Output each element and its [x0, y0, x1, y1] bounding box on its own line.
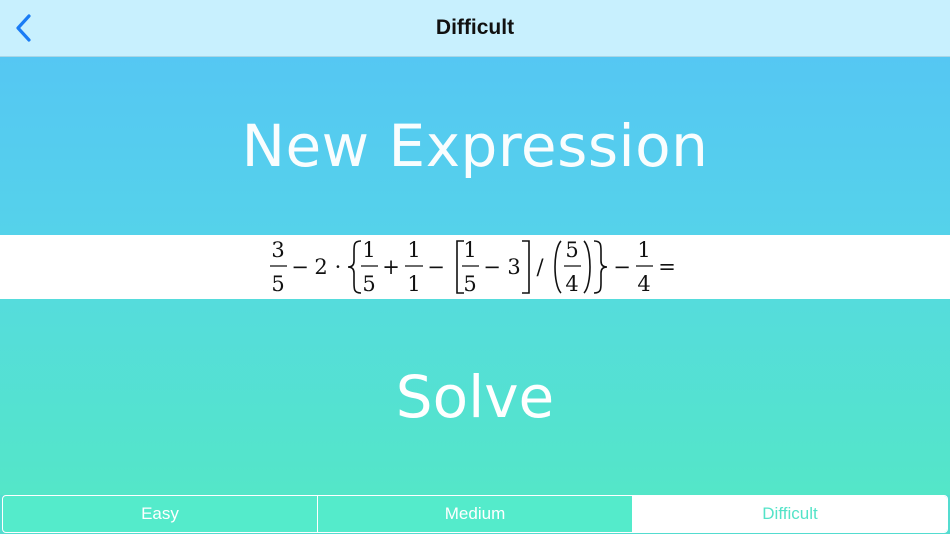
- minus-operator-2: −: [427, 255, 445, 279]
- segment-difficult[interactable]: Difficult: [633, 496, 947, 532]
- fraction-3-numerator: 1: [407, 238, 420, 262]
- coefficient-two: 2: [314, 255, 327, 279]
- navigation-bar: Difficult: [0, 0, 950, 57]
- right-curly-brace: [593, 240, 608, 294]
- solve-button[interactable]: Solve: [0, 299, 950, 495]
- right-parenthesis: [583, 240, 591, 294]
- difficulty-segmented-control: Easy Medium Difficult: [2, 495, 948, 533]
- division-slash: /: [536, 255, 544, 279]
- fraction-1-denominator: 5: [271, 272, 284, 296]
- minus-operator-3: −: [483, 255, 501, 279]
- dot-operator: ·: [335, 255, 342, 279]
- fraction-6-denominator: 4: [637, 272, 650, 296]
- new-expression-label: New Expression: [241, 112, 709, 180]
- fraction-5-numerator: 5: [565, 238, 578, 262]
- fraction-6-numerator: 1: [637, 238, 650, 262]
- solve-label: Solve: [395, 363, 555, 431]
- fraction-4-numerator: 1: [463, 238, 476, 262]
- page-title: Difficult: [435, 16, 515, 39]
- right-square-bracket: [522, 240, 530, 294]
- constant-three: 3: [507, 255, 520, 279]
- fraction-3-denominator: 1: [407, 272, 420, 296]
- fraction-2-denominator: 5: [362, 272, 375, 296]
- math-expression: 3 5 − 2 · 1 5 + 1 1 − 1 5 − 3 / 5 4 − 1 …: [270, 238, 676, 296]
- new-expression-button[interactable]: New Expression: [0, 57, 950, 235]
- equals-sign: =: [658, 255, 676, 279]
- minus-operator: −: [291, 255, 309, 279]
- plus-operator: +: [382, 255, 400, 279]
- fraction-4-denominator: 5: [463, 272, 476, 296]
- left-curly-brace: [347, 240, 362, 294]
- fraction-5-denominator: 4: [565, 272, 578, 296]
- expression-display: 3 5 − 2 · 1 5 + 1 1 − 1 5 − 3 / 5 4 − 1 …: [0, 235, 950, 299]
- fraction-1-numerator: 3: [271, 238, 284, 262]
- minus-operator-4: −: [613, 255, 631, 279]
- fraction-2-numerator: 1: [362, 238, 375, 262]
- left-parenthesis: [554, 240, 562, 294]
- segment-easy[interactable]: Easy: [3, 496, 318, 532]
- segment-medium[interactable]: Medium: [318, 496, 633, 532]
